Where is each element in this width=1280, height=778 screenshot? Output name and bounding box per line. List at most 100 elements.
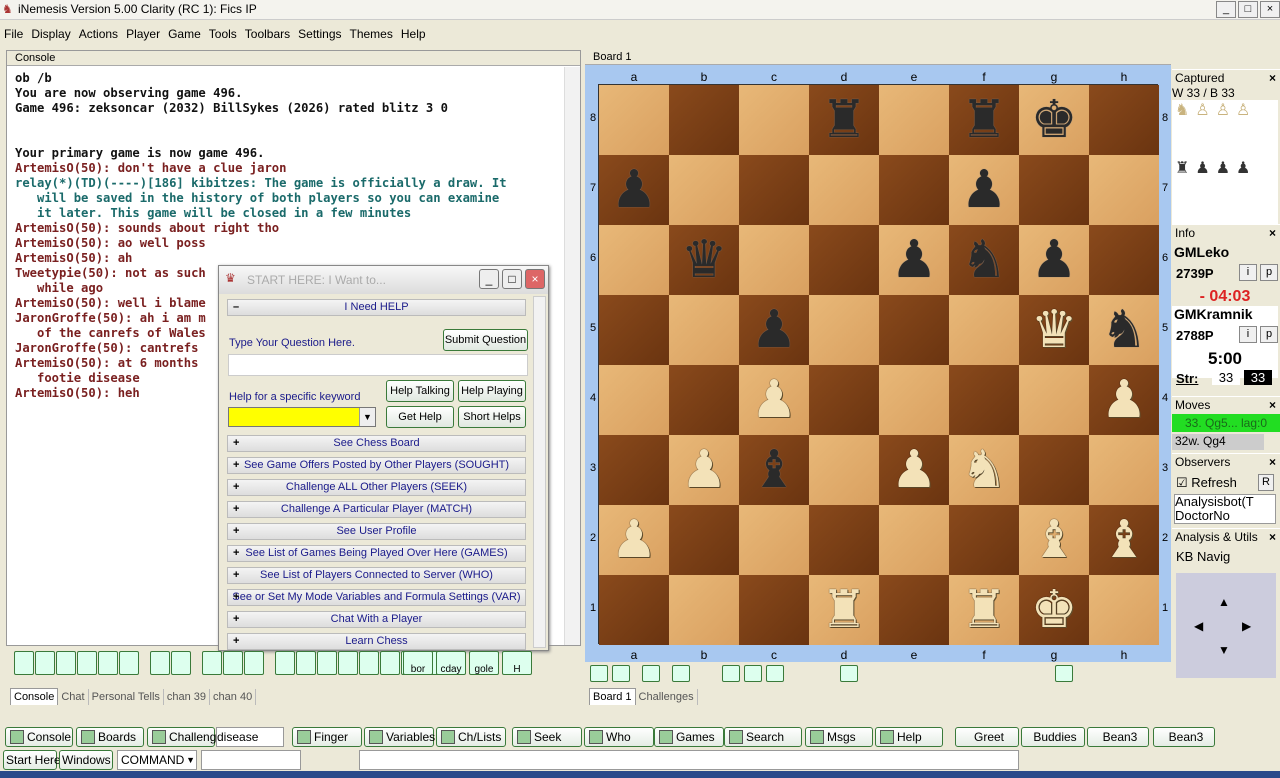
section-item[interactable]: + See User Profile: [227, 523, 526, 540]
board-tool-icon[interactable]: [612, 665, 630, 682]
square-c4[interactable]: ♟: [739, 365, 809, 435]
menu-help[interactable]: Help: [397, 24, 430, 44]
minimize-button[interactable]: _: [1216, 1, 1236, 18]
console-tool-icon[interactable]: [338, 651, 358, 675]
windows-button[interactable]: Windows: [59, 750, 113, 770]
bean3-button[interactable]: Bean3: [1153, 727, 1215, 747]
square-b4[interactable]: [669, 365, 739, 435]
ch/lists-button[interactable]: Ch/Lists: [436, 727, 506, 747]
black-pawn-icon[interactable]: ♟: [751, 304, 798, 356]
square-f3[interactable]: ♞: [949, 435, 1019, 505]
square-f4[interactable]: [949, 365, 1019, 435]
square-d2[interactable]: [809, 505, 879, 575]
square-b5[interactable]: [669, 295, 739, 365]
short-helps-button[interactable]: Short Helps: [458, 406, 526, 428]
refresh-button[interactable]: R: [1258, 474, 1274, 491]
who-button[interactable]: Who: [584, 727, 654, 747]
square-b2[interactable]: [669, 505, 739, 575]
section-item[interactable]: + See Chess Board: [227, 435, 526, 452]
section-item[interactable]: + See or Set My Mode Variables and Formul…: [227, 589, 526, 606]
square-d6[interactable]: [809, 225, 879, 295]
menu-player[interactable]: Player: [122, 24, 164, 44]
question-input[interactable]: [228, 354, 528, 376]
square-c6[interactable]: [739, 225, 809, 295]
black-knight-icon[interactable]: ♞: [961, 234, 1008, 286]
white-bishop-icon[interactable]: ♝: [1101, 514, 1148, 566]
menu-toolbars[interactable]: Toolbars: [241, 24, 294, 44]
square-h7[interactable]: [1089, 155, 1159, 225]
console-scrollbar[interactable]: [564, 67, 580, 645]
square-e1[interactable]: [879, 575, 949, 645]
board-tool-icon[interactable]: [1055, 665, 1073, 682]
white-pawn-icon[interactable]: ♟: [751, 374, 798, 426]
menu-tools[interactable]: Tools: [205, 24, 241, 44]
black-knight-icon[interactable]: ♞: [1101, 304, 1148, 356]
square-a2[interactable]: ♟: [599, 505, 669, 575]
square-g4[interactable]: [1019, 365, 1089, 435]
greet-button[interactable]: Greet: [955, 727, 1019, 747]
square-e7[interactable]: [879, 155, 949, 225]
arrow-down-icon[interactable]: ▼: [1218, 643, 1230, 657]
console-tool-icon[interactable]: [223, 651, 243, 675]
player2-ping-button[interactable]: p: [1260, 326, 1278, 343]
menu-display[interactable]: Display: [27, 24, 74, 44]
white-pawn-icon[interactable]: ♟: [681, 444, 728, 496]
square-h1[interactable]: [1089, 575, 1159, 645]
black-queen-icon[interactable]: ♛: [681, 234, 728, 286]
board-tool-icon[interactable]: [672, 665, 690, 682]
console-tool-icon[interactable]: [275, 651, 295, 675]
square-c5[interactable]: ♟: [739, 295, 809, 365]
bean3-button[interactable]: Bean3: [1087, 727, 1149, 747]
dialog-close-button[interactable]: ×: [525, 269, 545, 289]
dialog-titlebar[interactable]: ♛ START HERE: I Want to... _ □ ×: [219, 266, 548, 294]
square-f7[interactable]: ♟: [949, 155, 1019, 225]
square-e5[interactable]: [879, 295, 949, 365]
board-tool-icon[interactable]: [722, 665, 740, 682]
command-history-select[interactable]: [201, 750, 301, 770]
section-item[interactable]: + See List of Players Connected to Server…: [227, 567, 526, 584]
console-tool-icon[interactable]: [359, 651, 379, 675]
board-tool-icon[interactable]: [744, 665, 762, 682]
square-d7[interactable]: [809, 155, 879, 225]
help-button[interactable]: Help: [875, 727, 943, 747]
console-button[interactable]: Console: [5, 727, 73, 747]
square-g1[interactable]: ♚: [1019, 575, 1089, 645]
square-b6[interactable]: ♛: [669, 225, 739, 295]
user-button-h[interactable]: H: [502, 651, 532, 675]
console-tool-icon[interactable]: [14, 651, 34, 675]
user-button-bor[interactable]: bor: [403, 651, 433, 675]
white-pawn-icon[interactable]: ♟: [1101, 374, 1148, 426]
square-h5[interactable]: ♞: [1089, 295, 1159, 365]
square-b8[interactable]: [669, 85, 739, 155]
square-d8[interactable]: ♜: [809, 85, 879, 155]
square-g8[interactable]: ♚: [1019, 85, 1089, 155]
tab-chan-39[interactable]: chan 39: [164, 689, 211, 705]
current-move[interactable]: 33. Qg5... lag:0: [1172, 414, 1280, 432]
white-rook-icon[interactable]: ♜: [821, 584, 868, 636]
square-g3[interactable]: [1019, 435, 1089, 505]
black-pawn-icon[interactable]: ♟: [961, 164, 1008, 216]
square-e2[interactable]: [879, 505, 949, 575]
help-talking-button[interactable]: Help Talking: [386, 380, 454, 402]
square-a7[interactable]: ♟: [599, 155, 669, 225]
square-f5[interactable]: [949, 295, 1019, 365]
square-a3[interactable]: [599, 435, 669, 505]
player1-info-button[interactable]: i: [1239, 264, 1257, 281]
console-tool-icon[interactable]: [56, 651, 76, 675]
white-pawn-icon[interactable]: ♟: [611, 514, 658, 566]
user-button-gole[interactable]: gole: [469, 651, 499, 675]
console-tool-icon[interactable]: [98, 651, 118, 675]
menu-file[interactable]: File: [0, 24, 27, 44]
console-tool-icon[interactable]: [380, 651, 400, 675]
square-f1[interactable]: ♜: [949, 575, 1019, 645]
black-rook-icon[interactable]: ♜: [961, 94, 1008, 146]
player2-info-button[interactable]: i: [1239, 326, 1257, 343]
dialog-scrollbar[interactable]: [533, 296, 546, 648]
menu-themes[interactable]: Themes: [346, 24, 397, 44]
console-tool-icon[interactable]: [150, 651, 170, 675]
observer-item[interactable]: Analysisbot(T: [1175, 495, 1275, 509]
square-h3[interactable]: [1089, 435, 1159, 505]
square-b1[interactable]: [669, 575, 739, 645]
square-g6[interactable]: ♟: [1019, 225, 1089, 295]
black-pawn-icon[interactable]: ♟: [891, 234, 938, 286]
